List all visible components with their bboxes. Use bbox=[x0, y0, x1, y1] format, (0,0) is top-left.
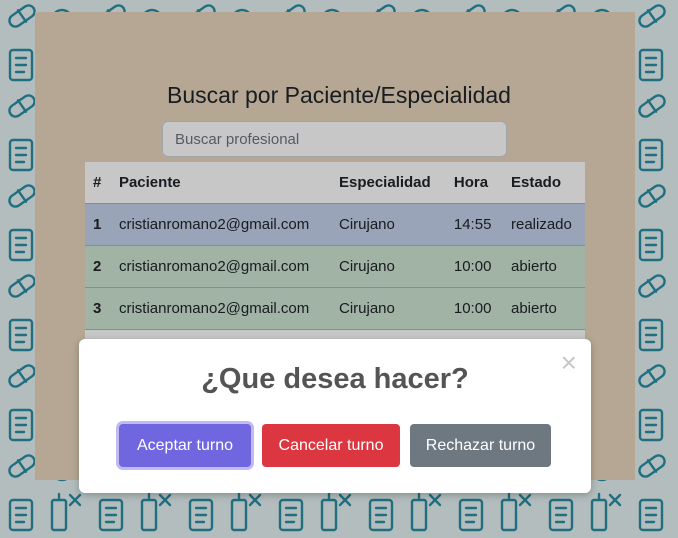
reject-appointment-button[interactable]: Rechazar turno bbox=[410, 424, 551, 467]
dialog-title: ¿Que desea hacer? bbox=[201, 363, 469, 395]
action-dialog: × ¿Que desea hacer? Aceptar turno Cancel… bbox=[79, 339, 591, 493]
accept-appointment-button[interactable]: Aceptar turno bbox=[119, 424, 251, 467]
cancel-appointment-button[interactable]: Cancelar turno bbox=[262, 424, 400, 467]
